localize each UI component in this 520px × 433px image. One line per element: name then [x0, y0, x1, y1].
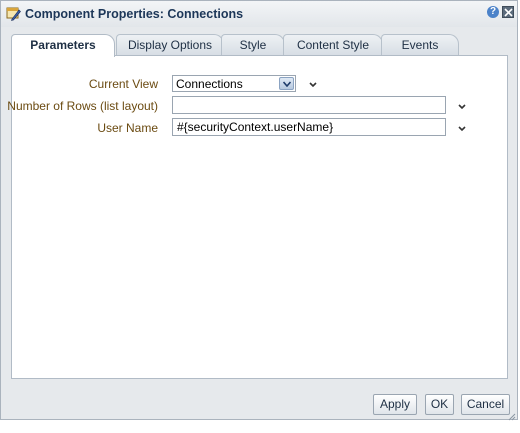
dialog-title: Component Properties: Connections — [25, 7, 244, 21]
component-edit-icon — [6, 6, 21, 21]
tab-display-options[interactable]: Display Options — [116, 34, 224, 56]
close-icon[interactable] — [502, 6, 514, 18]
dialog-footer: Apply OK Cancel — [1, 387, 517, 421]
rows-label: Number of Rows (list layout) — [7, 99, 158, 113]
current-view-value: Connections — [176, 77, 243, 91]
dropdown-arrow-icon[interactable] — [279, 77, 294, 90]
chevron-down-icon[interactable] — [457, 100, 467, 110]
dialog-titlebar[interactable]: Component Properties: Connections ? — [1, 1, 517, 27]
chevron-down-icon[interactable] — [457, 122, 467, 132]
user-name-row: User Name — [12, 118, 507, 138]
component-properties-dialog: Component Properties: Connections ? Para… — [0, 0, 518, 421]
user-name-label: User Name — [97, 121, 158, 135]
help-icon[interactable]: ? — [487, 6, 499, 18]
ok-button[interactable]: OK — [425, 394, 454, 415]
resize-grip-icon[interactable] — [508, 410, 516, 421]
tab-style[interactable]: Style — [221, 34, 285, 56]
parameters-panel: Current View Connections Number of Rows … — [7, 55, 508, 379]
tab-bar: Parameters Display Options Style Content… — [11, 34, 511, 57]
rows-row: Number of Rows (list layout) — [7, 96, 507, 116]
rows-input[interactable] — [172, 96, 446, 114]
tab-parameters[interactable]: Parameters — [11, 34, 115, 57]
chevron-down-icon[interactable] — [308, 78, 318, 88]
tab-content-style[interactable]: Content Style — [283, 34, 383, 56]
cancel-button[interactable]: Cancel — [461, 394, 510, 415]
tab-events[interactable]: Events — [381, 34, 459, 56]
current-view-select[interactable]: Connections — [172, 75, 296, 92]
current-view-label: Current View — [88, 77, 158, 91]
user-name-input[interactable] — [172, 118, 446, 136]
apply-button[interactable]: Apply — [373, 394, 417, 415]
current-view-row: Current View Connections — [12, 74, 507, 94]
